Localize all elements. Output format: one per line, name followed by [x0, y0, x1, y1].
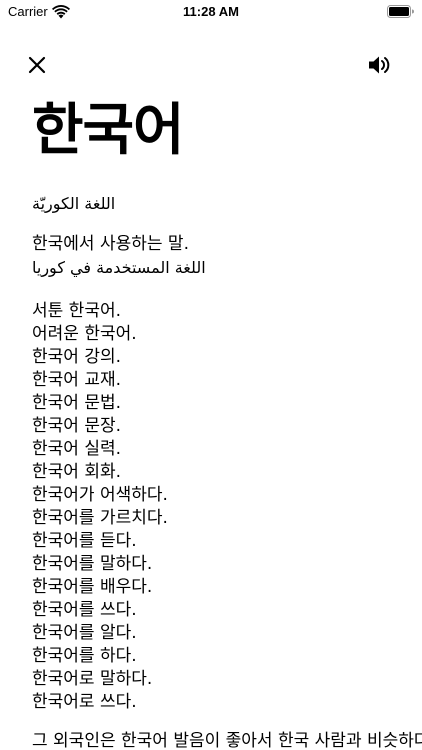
- example-item: 한국어가 어색하다.: [32, 485, 168, 505]
- example-item: 한국어를 하다.: [32, 646, 137, 666]
- entry-content: 한국어 اللغة الكوريّة 한국에서 사용하는 말. اللغة ال…: [32, 96, 422, 750]
- example-item: 한국어 실력.: [32, 439, 122, 459]
- example-item: 한국어 회화.: [32, 462, 122, 482]
- example-item: 서툰 한국어.: [32, 301, 122, 321]
- example-item: 한국어를 쓰다.: [32, 600, 137, 620]
- example-item: 한국어 문법.: [32, 393, 122, 413]
- speaker-button[interactable]: [364, 50, 394, 80]
- example-sentence: 그 외국인은 한국어 발음이 좋아서 한국 사람과 비슷하다.: [32, 731, 422, 750]
- entry-word: 한국어: [32, 98, 185, 163]
- entry-translation: اللغة الكوريّة: [32, 194, 116, 213]
- close-button[interactable]: [22, 50, 52, 80]
- example-item: 한국어 강의.: [32, 347, 122, 367]
- example-item: 한국어를 말하다.: [32, 554, 153, 574]
- status-bar: Carrier 11:28 AM: [0, 0, 422, 24]
- status-time: 11:28 AM: [183, 4, 239, 19]
- example-item: 한국어를 가르치다.: [32, 508, 168, 528]
- example-item: 한국어를 배우다.: [32, 577, 153, 597]
- example-item: 한국어로 말하다.: [32, 669, 153, 689]
- speaker-icon: [369, 56, 390, 74]
- example-item: 한국어를 듣다.: [32, 531, 137, 551]
- example-item: 한국어 문장.: [32, 416, 122, 436]
- close-icon: [28, 56, 46, 74]
- example-list: 서툰 한국어. 어려운 한국어. 한국어 강의. 한국어 교재. 한국어 문법.…: [32, 300, 402, 714]
- definition-translation: اللغة المستخدمة في كوريا: [32, 258, 206, 277]
- battery-icon: [387, 5, 414, 18]
- example-item: 한국어를 알다.: [32, 623, 137, 643]
- entry-definition: 한국에서 사용하는 말.: [32, 234, 189, 254]
- example-item: 한국어 교재.: [32, 370, 122, 390]
- example-item: 어려운 한국어.: [32, 324, 137, 344]
- example-item: 한국어로 쓰다.: [32, 692, 137, 712]
